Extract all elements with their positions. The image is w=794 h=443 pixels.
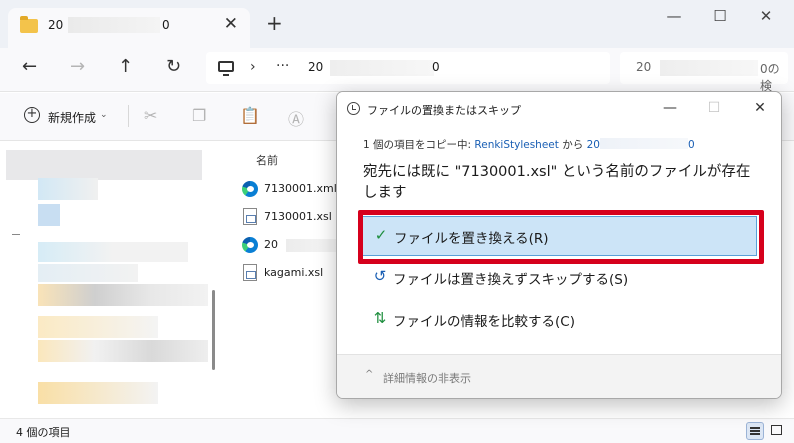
nav-item-blurred[interactable] — [38, 316, 158, 338]
tab-title-prefix: 20 — [48, 18, 64, 32]
from-word: から — [558, 139, 587, 151]
redacted-region — [599, 138, 688, 149]
nav-item-blurred[interactable] — [38, 178, 98, 200]
edge-icon — [242, 181, 258, 197]
option-label: ファイルは置き換えずスキップする(S) — [393, 272, 629, 288]
sidebar-scrollbar[interactable] — [212, 290, 215, 370]
nav-item-blurred[interactable] — [38, 284, 208, 306]
more-path-button[interactable]: ··· — [276, 58, 289, 74]
redacted-region — [660, 60, 758, 76]
chevron-down-icon: ⌄ — [100, 110, 108, 120]
nav-item-blurred[interactable] — [38, 382, 158, 404]
copy-progress-line: 1 個の項目をコピー中: RenkiStylesheet から 20 0 — [363, 137, 695, 152]
copying-prefix: 1 個の項目をコピー中: — [363, 139, 475, 151]
hide-details-toggle[interactable]: 詳細情報の非表示 — [383, 370, 471, 386]
option-label: ファイルの情報を比較する(C) — [393, 314, 575, 330]
dialog-maximize-button[interactable]: ☐ — [699, 99, 729, 119]
source-folder-link[interactable]: RenkiStylesheet — [474, 139, 558, 151]
plus-circle-icon: + — [24, 107, 40, 123]
tile-view-icon — [771, 425, 782, 435]
status-bar: 4 個の項目 — [0, 418, 794, 443]
clock-icon — [347, 102, 360, 115]
paste-icon[interactable]: 📋 — [240, 106, 260, 125]
item-count: 4 個の項目 — [16, 426, 71, 439]
option-label: ファイルを置き換える(R) — [394, 231, 549, 247]
minimize-button[interactable]: — — [654, 6, 694, 30]
dialog-close-button[interactable]: ✕ — [745, 99, 775, 119]
compare-info-option[interactable]: ⇅ ファイルの情報を比較する(C) — [361, 300, 757, 340]
tab-close-icon[interactable]: ✕ — [224, 14, 238, 34]
compare-icon: ⇅ — [373, 309, 387, 327]
folder-icon — [20, 16, 38, 33]
nav-item-blurred[interactable] — [38, 242, 188, 262]
nav-item-blurred[interactable] — [38, 340, 208, 362]
cut-icon[interactable]: ✂ — [144, 106, 157, 125]
undo-arrow-icon: ↺ — [373, 267, 387, 285]
file-list: 名前 7130001.xml 7130001.xsl 20 kagami.xsl — [232, 142, 342, 418]
replace-or-skip-dialog: ファイルの置換またはスキップ — ☐ ✕ 1 個の項目をコピー中: RenkiS… — [336, 91, 782, 399]
computer-icon — [218, 61, 234, 76]
file-name: 20 — [264, 238, 278, 251]
file-name: 7130001.xml — [264, 182, 337, 195]
forward-button[interactable]: → — [70, 56, 85, 77]
new-tab-button[interactable]: + — [266, 11, 283, 35]
nav-item-blurred[interactable] — [38, 264, 138, 282]
redacted-region — [286, 239, 342, 252]
tree-line — [12, 234, 20, 235]
chevron-up-icon[interactable]: ^ — [365, 369, 373, 380]
replace-file-option[interactable]: ✓ ファイルを置き換える(R) — [361, 216, 757, 256]
refresh-button[interactable]: ↻ — [166, 56, 181, 77]
column-header-name[interactable]: 名前 — [256, 152, 278, 168]
chevron-right-icon[interactable]: › — [250, 59, 256, 75]
list-view-icon — [750, 427, 760, 435]
address-input[interactable]: › ··· 20 0 — [206, 52, 610, 84]
path-prefix: 20 — [308, 60, 324, 74]
edge-icon — [242, 237, 258, 253]
maximize-button[interactable]: ☐ — [700, 6, 740, 30]
copy-icon[interactable]: ❐ — [192, 106, 206, 125]
xsl-file-icon — [243, 208, 257, 225]
path-suffix: 0 — [432, 60, 440, 74]
dialog-minimize-button[interactable]: — — [655, 99, 685, 119]
navigation-pane[interactable] — [0, 142, 218, 418]
file-name: kagami.xsl — [264, 266, 324, 279]
redacted-region — [330, 60, 434, 76]
search-input[interactable]: 20 0の検 — [620, 52, 788, 93]
toolbar-divider — [128, 105, 129, 127]
details-view-button[interactable] — [746, 422, 764, 440]
skip-file-option[interactable]: ↺ ファイルは置き換えずスキップする(S) — [361, 258, 757, 298]
dialog-title-bar: ファイルの置換またはスキップ — ☐ ✕ — [337, 92, 781, 126]
up-button[interactable]: ↑ — [118, 56, 133, 77]
checkmark-icon: ✓ — [374, 226, 388, 244]
dialog-footer: ^ 詳細情報の非表示 — [337, 354, 781, 398]
close-window-button[interactable]: ✕ — [746, 6, 786, 30]
tiles-view-button[interactable] — [768, 422, 786, 440]
file-name: 7130001.xsl — [264, 210, 332, 223]
search-placeholder-prefix: 20 — [636, 60, 652, 74]
explorer-title-bar: 20 0 ✕ + — ☐ ✕ — [0, 0, 794, 48]
dest-folder-link-prefix[interactable]: 20 — [587, 139, 600, 151]
rename-icon[interactable]: Ⓐ — [288, 106, 304, 130]
back-button[interactable]: ← — [22, 56, 37, 77]
dest-folder-link-suffix[interactable]: 0 — [688, 139, 695, 151]
xsl-file-icon — [243, 264, 257, 281]
nav-item-blurred[interactable] — [6, 150, 202, 180]
nav-item-blurred[interactable] — [38, 204, 60, 226]
explorer-tab[interactable]: 20 0 ✕ — [8, 8, 250, 48]
address-bar-row: ← → ↑ ↻ › ··· 20 0 20 0の検 — [0, 48, 794, 93]
redacted-region — [68, 17, 160, 33]
conflict-message: 宛先には既に "7130001.xsl" という名前のファイルが存在します — [363, 164, 751, 201]
new-button-label: 新規作成 — [48, 111, 97, 125]
search-placeholder-suffix: 0の検 — [760, 62, 780, 93]
tab-title-suffix: 0 — [162, 18, 170, 32]
dialog-title: ファイルの置換またはスキップ — [367, 104, 521, 117]
